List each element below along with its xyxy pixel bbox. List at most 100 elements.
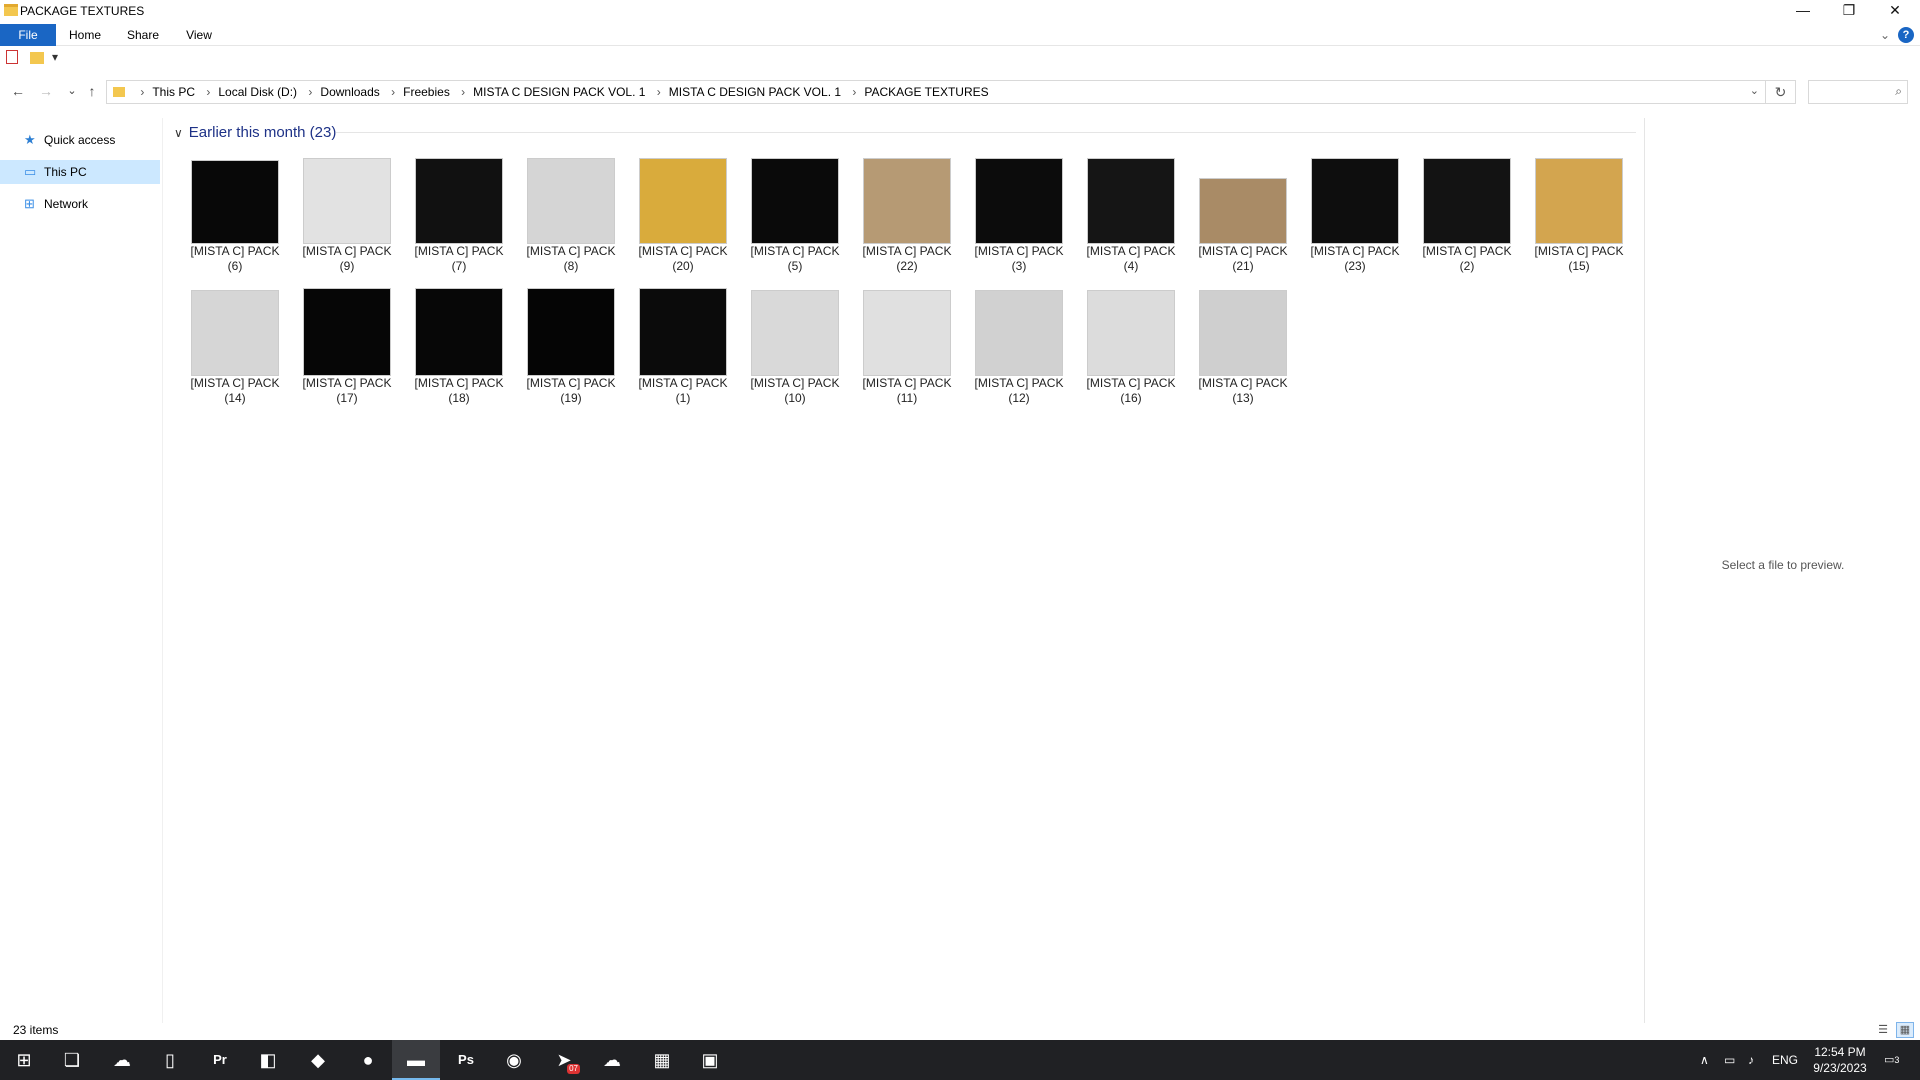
file-name: [MISTA C] PACK (16): [1076, 376, 1186, 406]
cloud-app-icon[interactable]: ☁: [98, 1040, 146, 1080]
file-name-line1: [MISTA C] PACK: [1198, 244, 1288, 258]
file-name: [MISTA C] PACK (18): [404, 376, 514, 406]
cloud-app-glyph: ☁: [113, 1050, 131, 1070]
large-icons-view-button[interactable]: ▦: [1896, 1022, 1914, 1038]
address-dropdown-icon[interactable]: ⌄: [1750, 84, 1759, 97]
start-icon[interactable]: ⊞: [0, 1040, 48, 1080]
clock[interactable]: 12:54 PM 9/23/2023: [1800, 1044, 1880, 1076]
file-item[interactable]: [MISTA C] PACK (9): [292, 152, 402, 282]
language-indicator[interactable]: ENG: [1772, 1040, 1798, 1080]
breadcrumb-local-disk[interactable]: Local Disk (D:): [218, 85, 297, 99]
search-input[interactable]: ⌕: [1808, 80, 1908, 104]
forward-button[interactable]: →: [36, 81, 56, 101]
address-bar[interactable]: › This PC › Local Disk (D:) › Downloads › Fr…: [106, 80, 1766, 104]
up-button[interactable]: ↑: [82, 81, 102, 101]
file-item[interactable]: [MISTA C] PACK (20): [628, 152, 738, 282]
taskbar: ∧ ▭ ♪ ENG 12:54 PM 9/23/2023 ▭3 ⊞ ❏ ☁ ▯ Pr ◧ ◆…: [0, 1040, 1920, 1080]
thumbnail-frame: [972, 284, 1066, 376]
file-item[interactable]: [MISTA C] PACK (14): [180, 284, 290, 414]
file-item[interactable]: [MISTA C] PACK (10): [740, 284, 850, 414]
thumbnail-frame: [636, 152, 730, 244]
file-name-line1: [MISTA C] PACK: [414, 244, 504, 258]
file-item[interactable]: [MISTA C] PACK (18): [404, 284, 514, 414]
file-explorer-icon[interactable]: ▬: [392, 1040, 440, 1080]
file-item[interactable]: [MISTA C] PACK (5): [740, 152, 850, 282]
file-name: [MISTA C] PACK (9): [292, 244, 402, 274]
details-view-button[interactable]: ☰: [1874, 1022, 1892, 1038]
premiere-icon[interactable]: Pr: [196, 1040, 244, 1080]
tab-share[interactable]: Share: [118, 24, 168, 46]
chrome-icon[interactable]: ◉: [490, 1040, 538, 1080]
file-name-line2: (17): [336, 391, 358, 405]
sidebar-item-star[interactable]: ★ Quick access: [0, 128, 160, 152]
notepad-icon[interactable]: ▯: [146, 1040, 194, 1080]
file-item[interactable]: [MISTA C] PACK (13): [1188, 284, 1298, 414]
file-thumbnail: [975, 290, 1063, 376]
file-name-line1: [MISTA C] PACK: [190, 376, 280, 390]
task-view-icon[interactable]: ❏: [48, 1040, 96, 1080]
breadcrumb-package-textures[interactable]: PACKAGE TEXTURES: [864, 85, 988, 99]
refresh-button[interactable]: ↻: [1766, 80, 1796, 104]
file-item[interactable]: [MISTA C] PACK (16): [1076, 284, 1186, 414]
file-item[interactable]: [MISTA C] PACK (11): [852, 284, 962, 414]
breadcrumb-freebies[interactable]: Freebies: [403, 85, 450, 99]
file-item[interactable]: [MISTA C] PACK (6): [180, 152, 290, 282]
spotify-icon[interactable]: ●: [344, 1040, 392, 1080]
file-item[interactable]: [MISTA C] PACK (4): [1076, 152, 1186, 282]
file-name-line2: (23): [1344, 259, 1366, 273]
back-button[interactable]: ←: [8, 81, 28, 101]
chevron-down-icon[interactable]: ∨: [174, 126, 183, 140]
file-item[interactable]: [MISTA C] PACK (23): [1300, 152, 1410, 282]
file-name-line2: (16): [1120, 391, 1142, 405]
tab-home[interactable]: Home: [62, 24, 108, 46]
tab-view[interactable]: View: [176, 24, 222, 46]
file-item[interactable]: [MISTA C] PACK (17): [292, 284, 402, 414]
close-button[interactable]: ✕: [1872, 0, 1918, 22]
recent-locations-button[interactable]: ⌄: [62, 81, 82, 101]
show-hidden-icons-icon[interactable]: ∧: [1700, 1040, 1709, 1080]
file-item[interactable]: [MISTA C] PACK (22): [852, 152, 962, 282]
file-item[interactable]: [MISTA C] PACK (1): [628, 284, 738, 414]
thumbnail-frame: [300, 284, 394, 376]
file-item[interactable]: [MISTA C] PACK (2): [1412, 152, 1522, 282]
file-item[interactable]: [MISTA C] PACK (12): [964, 284, 1074, 414]
breadcrumb-design-pack[interactable]: MISTA C DESIGN PACK VOL. 1: [473, 85, 645, 99]
file-item[interactable]: [MISTA C] PACK (15): [1524, 152, 1634, 282]
properties-icon[interactable]: [6, 50, 18, 64]
volume-icon[interactable]: ♪: [1748, 1040, 1754, 1080]
network-status-icon[interactable]: ▭: [1724, 1040, 1735, 1080]
telegram-icon[interactable]: ➤ 07: [540, 1040, 588, 1080]
ribbon-expand-icon[interactable]: ⌄: [1878, 24, 1892, 46]
help-icon[interactable]: ?: [1898, 27, 1914, 43]
file-name-line2: (3): [1011, 259, 1027, 273]
onedrive-icon[interactable]: ☁: [588, 1040, 636, 1080]
file-item[interactable]: [MISTA C] PACK (19): [516, 284, 626, 414]
breadcrumb-downloads[interactable]: Downloads: [320, 85, 379, 99]
notifications-icon[interactable]: ▭3: [1884, 1040, 1899, 1080]
file-thumbnail: [303, 158, 391, 244]
file-name-line2: (10): [784, 391, 806, 405]
breadcrumb-this-pc[interactable]: This PC: [152, 85, 195, 99]
photoshop-icon[interactable]: Ps: [442, 1040, 490, 1080]
thumbnail-frame: [860, 152, 954, 244]
minimize-button[interactable]: —: [1780, 0, 1826, 22]
calculator-icon[interactable]: ▦: [638, 1040, 686, 1080]
sidebar-item-computer[interactable]: ▭ This PC: [0, 160, 160, 184]
breadcrumb-design-pack-inner[interactable]: MISTA C DESIGN PACK VOL. 1: [669, 85, 841, 99]
file-name: [MISTA C] PACK (21): [1188, 244, 1298, 274]
file-item[interactable]: [MISTA C] PACK (3): [964, 152, 1074, 282]
sticky-app-icon[interactable]: ◧: [244, 1040, 292, 1080]
file-item[interactable]: [MISTA C] PACK (7): [404, 152, 514, 282]
new-folder-icon[interactable]: [30, 52, 44, 64]
file-item[interactable]: [MISTA C] PACK (8): [516, 152, 626, 282]
file-name-line1: [MISTA C] PACK: [862, 376, 952, 390]
maximize-button[interactable]: ❐: [1826, 0, 1872, 22]
customize-qat-icon[interactable]: ▾: [52, 50, 58, 64]
clock-time: 12:54 PM: [1814, 1045, 1866, 1059]
file-item[interactable]: [MISTA C] PACK (21): [1188, 152, 1298, 282]
group-header[interactable]: ∨ Earlier this month (23): [174, 124, 336, 141]
sidebar-item-network[interactable]: ⊞ Network: [0, 192, 160, 216]
tab-file[interactable]: File: [0, 24, 56, 46]
remote-app-icon[interactable]: ▣: [686, 1040, 734, 1080]
bird-app-icon[interactable]: ◆: [294, 1040, 342, 1080]
